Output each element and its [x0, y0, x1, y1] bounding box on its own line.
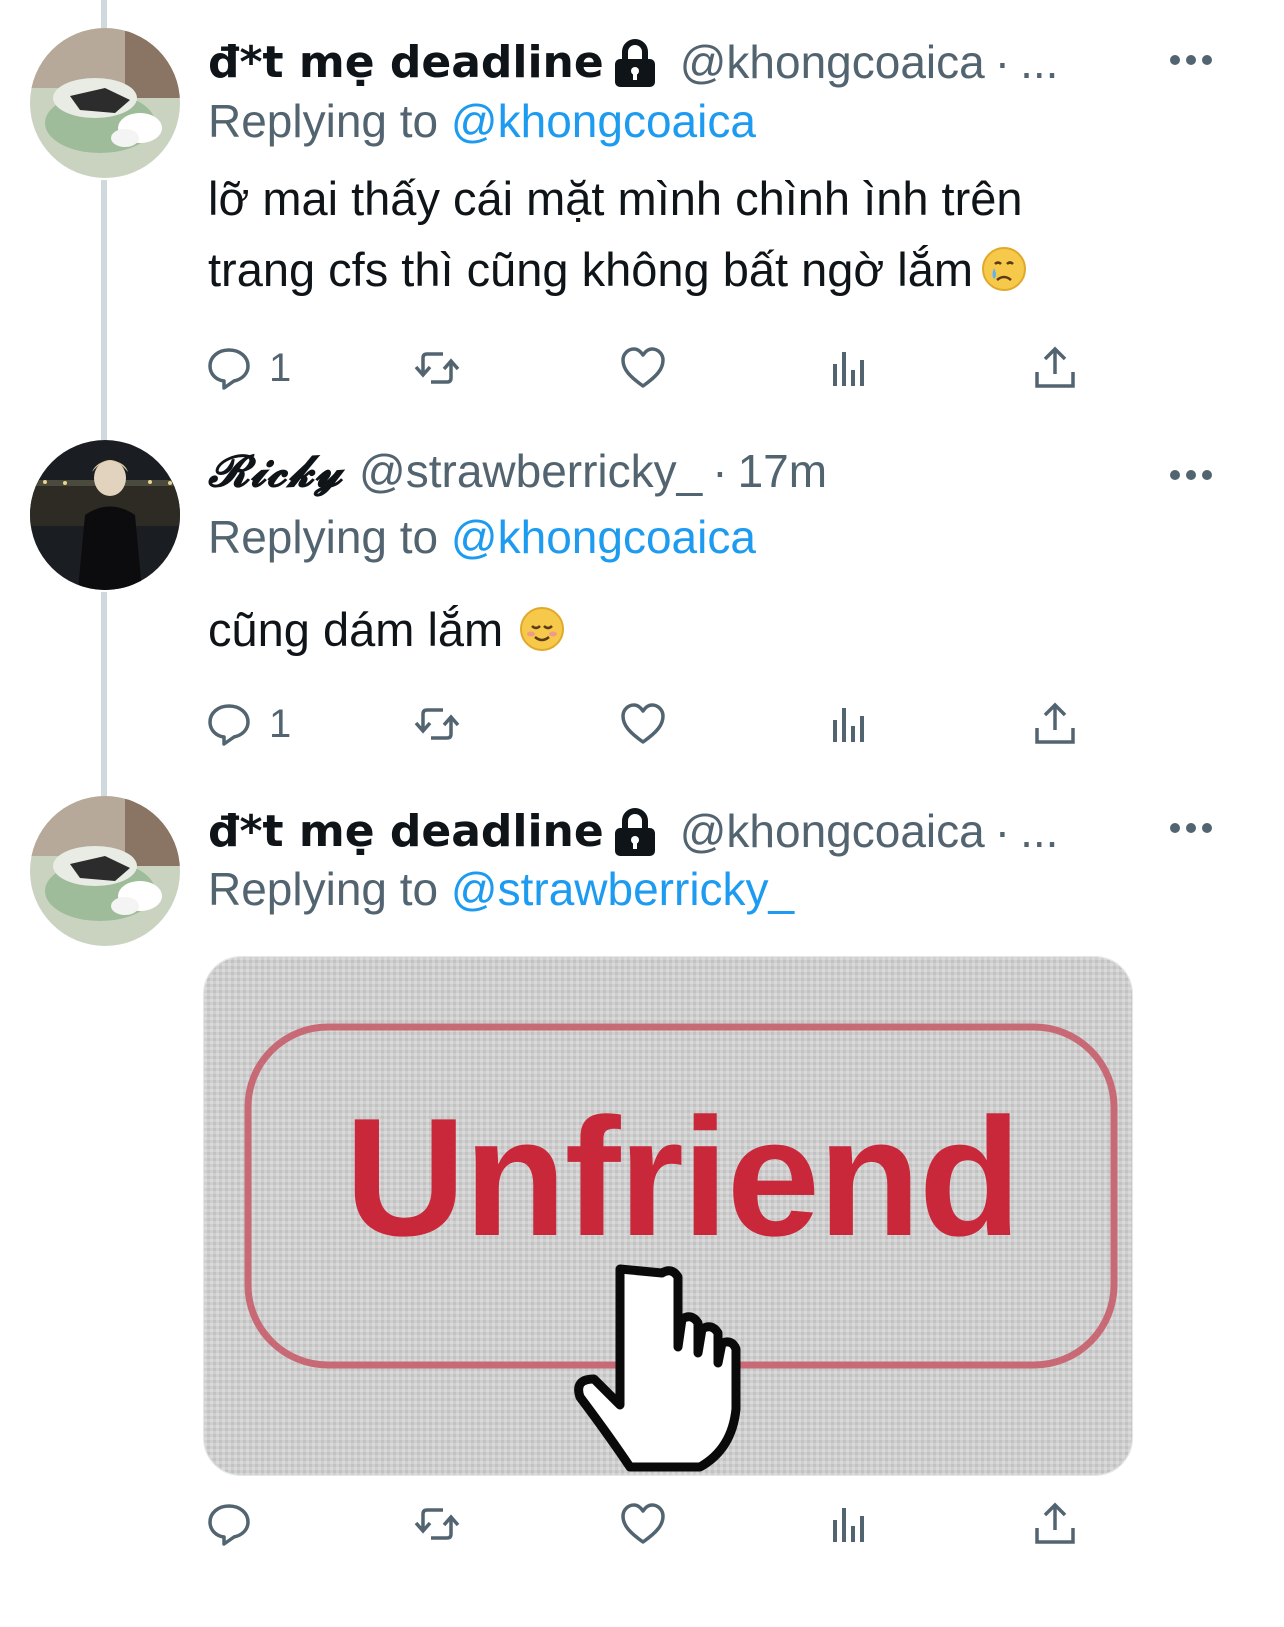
tweet-image[interactable]: Unfriend: [203, 956, 1133, 1476]
share-icon: [1035, 702, 1075, 744]
tweet-text-line: trang cfs thì cũng không bất ngờ lắm: [208, 243, 973, 296]
tweet-text-line-with-emoji: trang cfs thì cũng không bất ngờ lắm: [208, 234, 1198, 305]
tweet-text: cũng dám lắm: [208, 594, 1198, 665]
avatar[interactable]: [30, 28, 180, 178]
tweet-actions: 1: [205, 696, 1085, 752]
reply-count: 1: [269, 701, 292, 746]
reply-icon: [208, 704, 250, 746]
display-name[interactable]: 𝓡𝓲𝓬𝓴𝔂: [208, 446, 343, 497]
reply-icon: [208, 348, 250, 390]
tweet-header: 𝓡𝓲𝓬𝓴𝔂 @strawberricky_ · 17m: [208, 440, 1188, 502]
analytics-button[interactable]: [825, 1496, 873, 1552]
user-handle[interactable]: @strawberricky_: [359, 444, 702, 498]
tweet-text: lỡ mai thấy cái mặt mình chình ình trên …: [208, 163, 1198, 305]
display-name[interactable]: đ*t mẹ deadline: [208, 806, 604, 857]
retweet-button[interactable]: [413, 340, 461, 396]
replying-to: Replying to @khongcoaica: [208, 94, 756, 148]
timestamp[interactable]: 17m: [738, 444, 827, 498]
mention-link[interactable]: @khongcoaica: [451, 511, 756, 563]
reply-button[interactable]: [205, 1496, 269, 1552]
replying-prefix: Replying to: [208, 95, 439, 147]
share-icon: [1035, 346, 1075, 388]
tweet-actions: [205, 1496, 1085, 1552]
separator-dot: ·: [994, 805, 1011, 857]
reply-button[interactable]: 1: [205, 340, 291, 396]
lock-icon: [612, 39, 658, 89]
share-icon: [1035, 1502, 1075, 1544]
tweet-actions: 1: [205, 340, 1085, 396]
heart-icon: [621, 703, 665, 744]
like-button[interactable]: [619, 696, 667, 752]
tweet-text-line-with-emoji: cũng dám lắm: [208, 594, 1198, 665]
share-button[interactable]: [1031, 1496, 1079, 1552]
retweet-icon: [414, 352, 460, 384]
crying-face-icon: [982, 247, 1026, 291]
like-button[interactable]: [619, 1496, 667, 1552]
analytics-button[interactable]: [825, 340, 873, 396]
timestamp[interactable]: ...: [1020, 804, 1058, 858]
mention-link[interactable]: @strawberricky_: [451, 863, 794, 915]
heart-icon: [621, 1503, 665, 1544]
like-button[interactable]: [619, 340, 667, 396]
tweet-text-line: cũng dám lắm: [208, 603, 504, 656]
heart-icon: [621, 347, 665, 388]
replying-to: Replying to @khongcoaica: [208, 510, 756, 564]
mention-link[interactable]: @khongcoaica: [451, 95, 756, 147]
retweet-button[interactable]: [413, 1496, 461, 1552]
more-options-icon[interactable]: [1168, 52, 1214, 68]
reply-icon: [208, 1504, 250, 1546]
retweet-icon: [414, 708, 460, 740]
tweet-header: đ*t mẹ deadline @khongcoaica · ...: [208, 800, 1188, 862]
thread-connector: [101, 180, 107, 440]
user-handle[interactable]: @khongcoaica: [680, 804, 985, 858]
tweet-header: đ*t mẹ deadline @khongcoaica · ...: [208, 31, 1188, 93]
analytics-icon: [833, 1508, 864, 1542]
smiling-face-icon: [520, 607, 565, 651]
replying-prefix: Replying to: [208, 863, 439, 915]
retweet-button[interactable]: [413, 696, 461, 752]
separator-dot: ·: [712, 445, 728, 497]
lock-icon: [612, 808, 658, 858]
retweet-icon: [414, 1508, 460, 1540]
more-options-icon[interactable]: [1168, 467, 1214, 483]
analytics-icon: [833, 708, 864, 742]
share-button[interactable]: [1031, 696, 1079, 752]
unfriend-button-label: Unfriend: [345, 1083, 1020, 1271]
display-name[interactable]: đ*t mẹ deadline: [208, 37, 604, 88]
avatar[interactable]: [30, 796, 180, 946]
tweet-text-line: lỡ mai thấy cái mặt mình chình ình trên: [208, 172, 1023, 225]
user-handle[interactable]: @khongcoaica: [680, 35, 985, 89]
separator-dot: ·: [994, 36, 1011, 88]
more-options-icon[interactable]: [1168, 820, 1214, 836]
reply-button[interactable]: 1: [205, 696, 291, 752]
thread-connector: [101, 592, 107, 796]
timestamp[interactable]: ...: [1020, 35, 1058, 89]
replying-to: Replying to @strawberricky_: [208, 862, 794, 916]
avatar[interactable]: [30, 440, 180, 590]
analytics-icon: [833, 352, 864, 386]
replying-prefix: Replying to: [208, 511, 439, 563]
analytics-button[interactable]: [825, 696, 873, 752]
share-button[interactable]: [1031, 340, 1079, 396]
reply-count: 1: [269, 345, 292, 390]
